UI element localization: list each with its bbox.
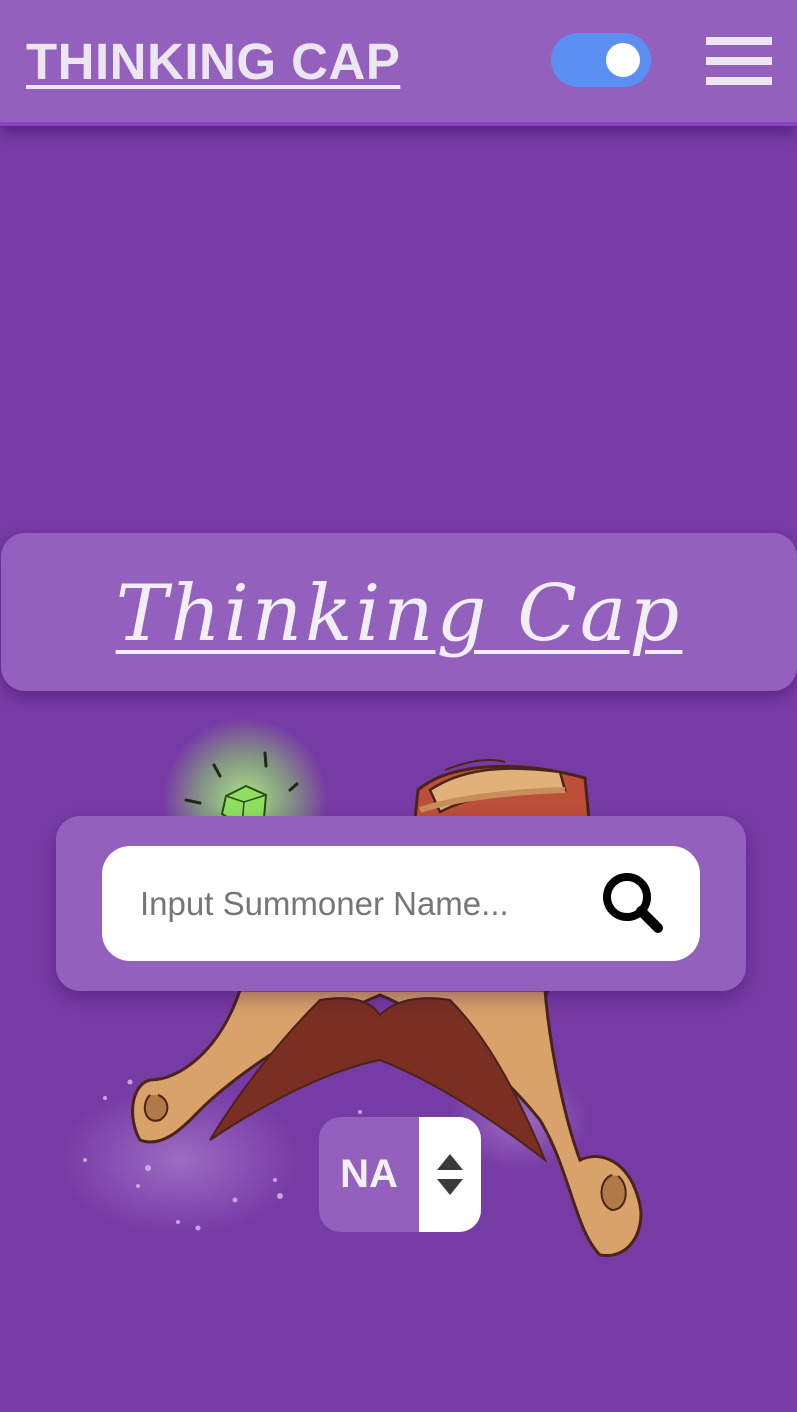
hero-title: Thinking Cap [115,569,683,659]
theme-toggle[interactable] [551,33,651,87]
toggle-knob [606,43,640,77]
brand-link[interactable]: THINKING CAP [26,32,400,91]
summoner-name-input[interactable] [140,876,560,932]
region-selected-value: NA [340,1152,398,1196]
search-icon[interactable] [598,868,668,938]
search-panel [56,816,746,991]
hamburger-menu-icon[interactable] [706,37,772,85]
hero-title-card: Thinking Cap [1,533,797,691]
search-box [102,846,700,961]
region-select[interactable]: NA [319,1117,481,1232]
up-down-arrows-icon[interactable] [419,1117,481,1232]
top-navigation-bar: THINKING CAP [0,0,797,126]
